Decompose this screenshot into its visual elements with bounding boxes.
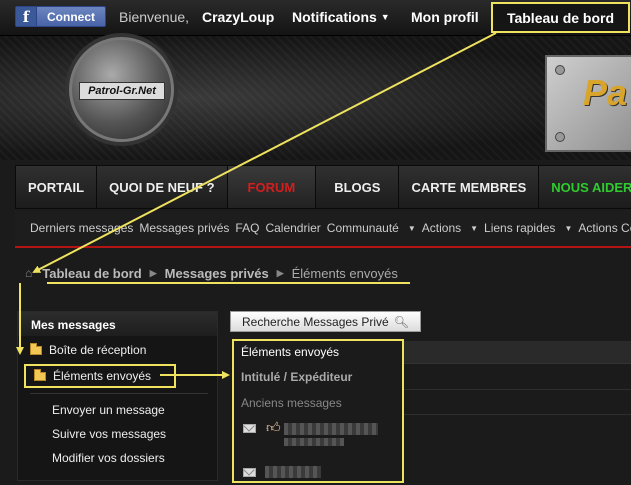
subnav-communaute[interactable]: Communauté ▼ [327, 221, 416, 235]
search-icon: 🔍︎ [393, 314, 409, 329]
subnav-liens-rapides-label: Liens rapides [484, 221, 556, 235]
messages-sidebar: Mes messages Boîte de réception Éléments… [17, 311, 218, 481]
notifications-label: Notifications [292, 9, 377, 25]
column-header-title-sender[interactable]: Intitulé / Expéditeur [241, 370, 352, 384]
blurred-message-title[interactable] [284, 423, 378, 435]
caret-down-icon: ▼ [407, 224, 416, 233]
facebook-connect-button[interactable]: f Connect [15, 6, 106, 27]
sidebar-send-message[interactable]: Envoyer un message [52, 403, 165, 417]
main-navigation: PORTAIL QUOI DE NEUF ? FORUM BLOGS CARTE… [15, 165, 631, 209]
subnav-actions-label: Actions [421, 221, 462, 235]
top-bar: f Connect Bienvenue, CrazyLoup Notificat… [0, 0, 631, 36]
sidebar-edit-folders[interactable]: Modifier vos dossiers [52, 451, 165, 465]
sidebar-folder-inbox[interactable]: Boîte de réception [30, 342, 147, 357]
sidebar-divider [30, 393, 208, 394]
folder-icon [30, 342, 42, 355]
caret-down-icon: ▼ [470, 224, 479, 233]
site-logo-text: Patrol-Gr.Net [79, 82, 165, 100]
breadcrumb-dashboard[interactable]: Tableau de bord [42, 266, 141, 281]
divider [404, 363, 631, 364]
folder-title: Éléments envoyés [241, 345, 340, 359]
highlight-underline [47, 282, 410, 284]
sub-navigation: Derniers messages Messages privés FAQ Ca… [15, 210, 631, 248]
home-icon[interactable]: ⌂ [25, 266, 32, 280]
facebook-connect-label: Connect [47, 9, 95, 24]
thumbs-up-icon: 👍︎ [266, 419, 281, 435]
nav-tab-carte-membres[interactable]: CARTE MEMBRES [399, 166, 540, 208]
nav-tab-quoi-de-neuf[interactable]: QUOI DE NEUF ? [97, 166, 228, 208]
envelope-icon [243, 424, 256, 433]
screw-icon [555, 65, 565, 75]
facebook-icon: f [16, 7, 37, 26]
breadcrumb-separator-icon: ▶ [276, 267, 284, 278]
search-label: Recherche Messages Privé [242, 314, 389, 329]
nav-tab-forum[interactable]: FORUM [227, 166, 317, 208]
nav-tab-nous-aider[interactable]: NOUS AIDER [539, 166, 631, 208]
message-list-panel [232, 339, 404, 483]
notifications-menu[interactable]: Notifications ▼ [292, 9, 390, 25]
subnav-liens-rapides[interactable]: Liens rapides ▼ [484, 221, 572, 235]
nav-tab-blogs[interactable]: BLOGS [316, 166, 400, 208]
envelope-icon [243, 468, 256, 477]
search-private-messages-button[interactable]: Recherche Messages Privé 🔍︎ [230, 311, 421, 332]
subnav-actions-con[interactable]: Actions Con [578, 221, 631, 235]
section-older-messages: Anciens messages [241, 396, 342, 410]
sidebar-track-messages[interactable]: Suivre vos messages [52, 427, 166, 441]
subnav-derniers-messages[interactable]: Derniers messages [30, 221, 133, 235]
dashboard-link[interactable]: Tableau de bord [491, 2, 630, 33]
caret-down-icon: ▼ [380, 12, 390, 22]
welcome-text: Bienvenue, [119, 9, 190, 25]
folder-header-strip [404, 341, 631, 363]
subnav-communaute-label: Communauté [326, 221, 399, 235]
nav-tab-portail[interactable]: PORTAIL [16, 166, 98, 208]
breadcrumb: ⌂ Tableau de bord ▶ Messages privés ▶ Él… [25, 263, 398, 283]
subnav-actions[interactable]: Actions ▼ [422, 221, 478, 235]
blurred-message-title[interactable] [265, 466, 321, 478]
banner-plate-text: Pa [583, 72, 628, 113]
breadcrumb-private-messages[interactable]: Messages privés [165, 266, 269, 281]
username-link[interactable]: CrazyLoup [202, 9, 274, 25]
sidebar-folder-sent[interactable]: Éléments envoyés [24, 364, 176, 388]
folder-icon [34, 368, 46, 381]
sidebar-folder-label: Boîte de réception [49, 343, 147, 357]
caret-down-icon: ▼ [564, 224, 573, 233]
profile-link[interactable]: Mon profil [411, 9, 479, 25]
breadcrumb-separator-icon: ▶ [149, 267, 157, 278]
sidebar-title: Mes messages [18, 312, 217, 336]
subnav-messages-prives[interactable]: Messages privés [139, 221, 229, 235]
subnav-calendrier[interactable]: Calendrier [265, 221, 320, 235]
blurred-message-sender [284, 438, 344, 446]
subnav-faq[interactable]: FAQ [235, 221, 259, 235]
breadcrumb-current: Éléments envoyés [291, 265, 398, 281]
screw-icon [555, 132, 565, 142]
forum-page: f Connect Bienvenue, CrazyLoup Notificat… [0, 0, 631, 485]
sidebar-folder-label: Éléments envoyés [53, 369, 152, 383]
